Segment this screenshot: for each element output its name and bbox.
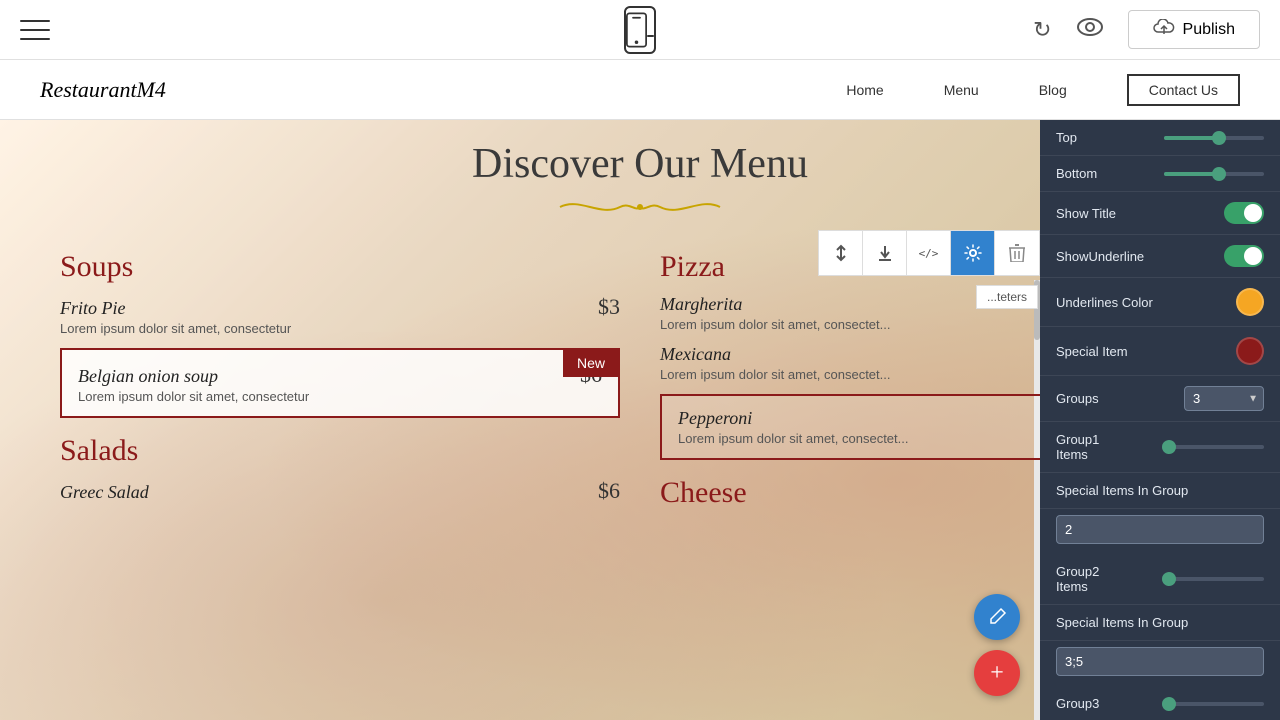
panel-row-group1: Group1Items xyxy=(1040,422,1280,473)
parameters-label: ...teters xyxy=(976,285,1038,309)
item-price: $6 xyxy=(598,478,620,504)
fab-edit-button[interactable] xyxy=(974,594,1020,640)
group1-items-label: Group1Items xyxy=(1056,432,1099,462)
panel-row-top: Top xyxy=(1040,120,1280,156)
site-logo: RestaurantM4 xyxy=(40,77,166,103)
underlines-color-picker[interactable] xyxy=(1236,288,1264,316)
hamburger-menu-icon[interactable] xyxy=(20,20,50,40)
settings-panel: Top Bottom Show Title xyxy=(1040,120,1280,720)
top-slider[interactable] xyxy=(1164,136,1264,140)
special-items-group2-input[interactable] xyxy=(1056,647,1264,676)
special-items-group1-input[interactable] xyxy=(1056,515,1264,544)
bottom-label: Bottom xyxy=(1056,166,1097,181)
panel-row-special-group2: Special Items In Group xyxy=(1040,605,1280,641)
group2-slider[interactable] xyxy=(1164,577,1264,581)
groups-label: Groups xyxy=(1056,391,1099,406)
toolbar-code-btn[interactable]: </> xyxy=(907,231,951,275)
special-item-color-picker[interactable] xyxy=(1236,337,1264,365)
item-name: Greec Salad xyxy=(60,482,149,503)
menu-item: Frito Pie $3 Lorem ipsum dolor sit amet,… xyxy=(60,294,620,336)
toolbar-delete-btn[interactable] xyxy=(995,231,1039,275)
preview-icon[interactable] xyxy=(1076,17,1104,43)
toolbar-settings-btn[interactable] xyxy=(951,231,995,275)
show-underline-label: ShowUnderline xyxy=(1056,249,1144,264)
show-title-label: Show Title xyxy=(1056,206,1116,221)
main-area: Discover Our Menu Soups Frito Pie $3 Lor… xyxy=(0,120,1280,720)
show-underline-toggle[interactable] xyxy=(1224,245,1264,267)
group3-slider[interactable] xyxy=(1164,702,1264,706)
nav-menu[interactable]: Menu xyxy=(944,82,979,98)
toolbar-download-btn[interactable] xyxy=(863,231,907,275)
item-price: $3 xyxy=(598,294,620,320)
special-items-group1-input-row xyxy=(1040,509,1280,554)
panel-row-group3: Group3 xyxy=(1040,686,1280,720)
mobile-preview-icon[interactable] xyxy=(624,6,656,54)
category-soups: Soups xyxy=(60,250,620,284)
toolbar-arrange-btn[interactable] xyxy=(819,231,863,275)
nav-blog[interactable]: Blog xyxy=(1039,82,1067,98)
panel-row-special-group1: Special Items In Group xyxy=(1040,473,1280,509)
special-items-group2-input-row xyxy=(1040,641,1280,686)
underlines-color-label: Underlines Color xyxy=(1056,295,1153,310)
publish-button[interactable]: Publish xyxy=(1128,10,1260,49)
nav-home[interactable]: Home xyxy=(846,82,883,98)
settings-toolbar: </> xyxy=(818,230,1040,276)
group2-items-label: Group2Items xyxy=(1056,564,1099,594)
special-items-group1-label: Special Items In Group xyxy=(1056,483,1188,498)
group1-slider[interactable] xyxy=(1164,445,1264,449)
show-title-toggle[interactable] xyxy=(1224,202,1264,224)
item-name: Frito Pie xyxy=(60,298,126,319)
new-badge: New xyxy=(563,349,619,377)
undo-icon[interactable]: ↺ xyxy=(1033,17,1051,43)
groups-select-wrapper: 3 1 2 4 5 ▼ xyxy=(1184,386,1264,411)
panel-row-show-title: Show Title xyxy=(1040,192,1280,235)
topbar-left xyxy=(20,20,50,40)
panel-row-underlines-color: Underlines Color xyxy=(1040,278,1280,327)
item-name: Belgian onion soup xyxy=(78,366,218,387)
menu-item: Greec Salad $6 xyxy=(60,478,620,505)
item-desc: Lorem ipsum dolor sit amet, consectetur xyxy=(60,321,620,336)
topbar-center xyxy=(624,6,656,54)
site-navbar: RestaurantM4 Home Menu Blog Contact Us xyxy=(0,60,1280,120)
item-desc: Lorem ipsum dolor sit amet, consectetur xyxy=(78,389,602,404)
groups-select[interactable]: 3 1 2 4 5 xyxy=(1184,386,1264,411)
fab-add-icon: + xyxy=(990,660,1004,687)
site-nav: Home Menu Blog Contact Us xyxy=(846,74,1240,106)
fab-add-button[interactable]: + xyxy=(974,650,1020,696)
menu-item-featured: New Belgian onion soup $6 Lorem ipsum do… xyxy=(60,348,620,418)
publish-label: Publish xyxy=(1183,21,1235,39)
panel-row-show-underline: ShowUnderline xyxy=(1040,235,1280,278)
bottom-slider[interactable] xyxy=(1164,172,1264,176)
topbar: ↺ Publish xyxy=(0,0,1280,60)
category-salads: Salads xyxy=(60,434,620,468)
nav-contact[interactable]: Contact Us xyxy=(1127,74,1240,106)
special-items-group2-label: Special Items In Group xyxy=(1056,615,1188,630)
special-item-label: Special Item xyxy=(1056,344,1128,359)
panel-row-group2: Group2Items xyxy=(1040,554,1280,605)
panel-row-groups: Groups 3 1 2 4 5 ▼ xyxy=(1040,376,1280,422)
panel-row-special-item: Special Item xyxy=(1040,327,1280,376)
left-column: Soups Frito Pie $3 Lorem ipsum dolor sit… xyxy=(60,250,620,520)
panel-row-bottom: Bottom xyxy=(1040,156,1280,192)
group3-label: Group3 xyxy=(1056,696,1099,711)
cloud-icon xyxy=(1153,19,1175,40)
top-label: Top xyxy=(1056,130,1077,145)
topbar-right: ↺ Publish xyxy=(1033,10,1260,49)
